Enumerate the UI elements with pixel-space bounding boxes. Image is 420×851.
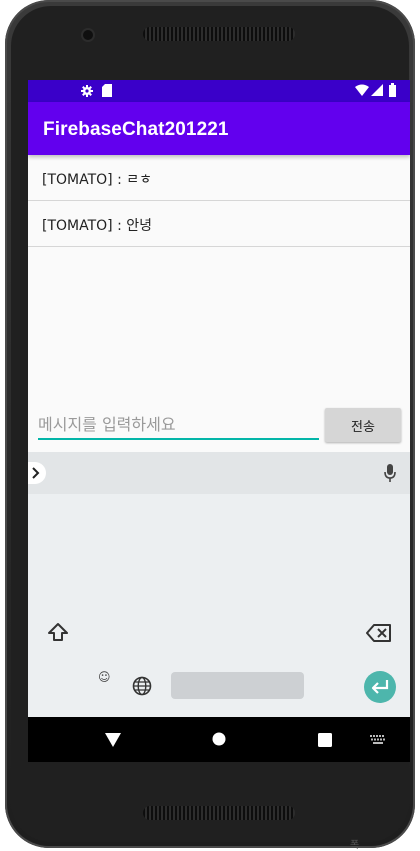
globe-icon[interactable] — [132, 676, 152, 696]
spacebar-key[interactable] — [171, 672, 304, 699]
message-input[interactable] — [38, 410, 319, 440]
device-screen: FirebaseChat201221 [TOMATO] : ㄹㅎ [TOMATO… — [28, 80, 410, 762]
status-bar — [28, 80, 410, 102]
suggestion-strip — [28, 452, 410, 494]
navigation-bar — [28, 717, 410, 762]
wifi-icon — [355, 84, 369, 96]
expand-toolbar-button[interactable] — [28, 462, 46, 484]
battery-icon — [389, 83, 396, 97]
emoji-icon[interactable]: ☺ — [98, 670, 111, 684]
sd-card-icon — [102, 84, 112, 97]
send-button[interactable]: 전송 — [325, 408, 401, 442]
app-title: FirebaseChat201221 — [43, 119, 229, 140]
message-text: [TOMATO] : 안녕 — [42, 218, 153, 234]
message-list[interactable]: [TOMATO] : ㄹㅎ [TOMATO] : 안녕 — [28, 155, 410, 247]
top-speaker — [143, 27, 295, 41]
composer-row: 전송 — [28, 406, 410, 456]
keyboard-switch-icon[interactable] — [370, 735, 386, 745]
message-text: [TOMATO] : ㄹㅎ — [42, 172, 153, 188]
gear-icon — [81, 85, 93, 97]
bottom-speaker — [143, 806, 295, 820]
phone-frame: FirebaseChat201221 [TOMATO] : ㄹㅎ [TOMATO… — [5, 0, 415, 848]
list-item[interactable]: [TOMATO] : 안녕 — [28, 201, 410, 247]
front-camera — [83, 30, 93, 40]
signal-icon — [371, 84, 383, 96]
shift-icon[interactable] — [47, 622, 69, 642]
chevron-right-icon — [32, 467, 40, 479]
soft-keyboard: ☺ — [28, 452, 410, 717]
enter-key[interactable] — [364, 671, 396, 703]
backspace-icon[interactable] — [366, 624, 392, 642]
corner-text: 폭 — [350, 840, 360, 851]
mic-icon[interactable] — [384, 464, 396, 482]
home-icon[interactable] — [212, 732, 226, 746]
enter-icon — [371, 680, 389, 694]
back-icon[interactable] — [105, 733, 121, 747]
list-item[interactable]: [TOMATO] : ㄹㅎ — [28, 155, 410, 201]
app-bar: FirebaseChat201221 — [28, 102, 410, 155]
recents-icon[interactable] — [318, 733, 332, 747]
